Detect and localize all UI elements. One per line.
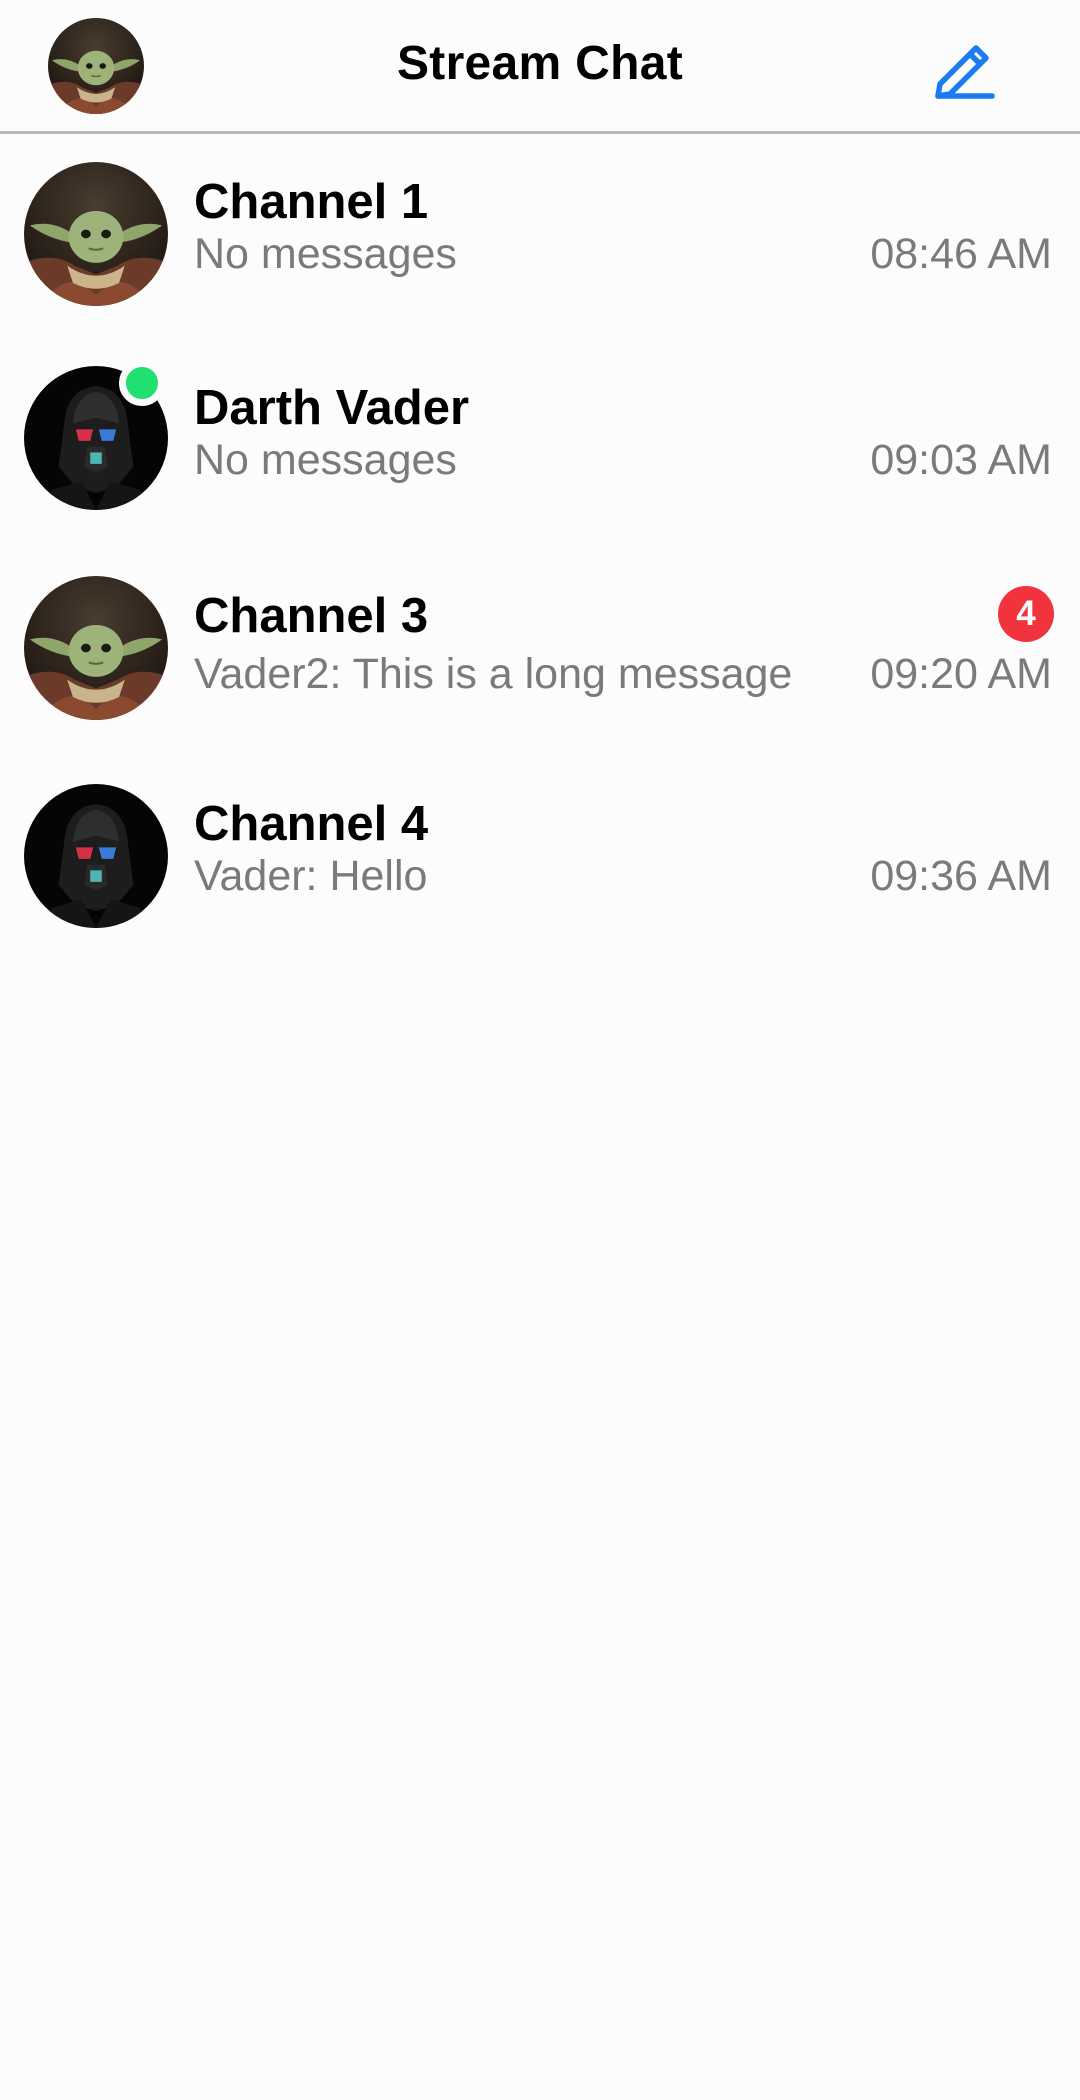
last-message-time: 09:20 AM [870, 650, 1052, 698]
channel-name: Channel 4 [194, 797, 429, 851]
top-bar: Stream Chat [0, 0, 1080, 134]
baby-yoda-avatar-icon [24, 576, 168, 720]
channel-row[interactable]: Channel 1 No messages 08:46 AM [0, 134, 1080, 340]
last-message-preview: No messages [194, 436, 457, 484]
channel-name: Channel 1 [194, 175, 429, 229]
compose-pencil-icon[interactable] [930, 34, 1000, 100]
last-message-preview: Vader: Hello [194, 852, 428, 900]
last-message-time: 09:03 AM [870, 436, 1052, 484]
last-message-time: 09:36 AM [870, 852, 1052, 900]
app-title: Stream Chat [396, 37, 684, 90]
channel-row[interactable]: Channel 4 Vader: Hello 09:36 AM [0, 752, 1080, 958]
unread-count-badge: 4 [998, 586, 1054, 642]
channel-name: Channel 3 [194, 589, 429, 643]
last-message-preview: Vader2: This is a long message [194, 650, 793, 698]
app-root: Stream Chat Channel 1 No messages 08:46 … [0, 0, 1080, 2100]
channel-row[interactable]: Channel 3 4 Vader2: This is a long messa… [0, 546, 1080, 752]
channel-row[interactable]: Darth Vader No messages 09:03 AM [0, 340, 1080, 546]
channel-name: Darth Vader [194, 381, 470, 435]
last-message-time: 08:46 AM [870, 230, 1052, 278]
channel-list: Channel 1 No messages 08:46 AM Darth Vad… [0, 134, 1080, 958]
last-message-preview: No messages [194, 230, 457, 278]
baby-yoda-avatar-icon [24, 162, 168, 306]
darth-vader-avatar-icon [24, 784, 168, 928]
online-status-indicator [119, 360, 165, 406]
